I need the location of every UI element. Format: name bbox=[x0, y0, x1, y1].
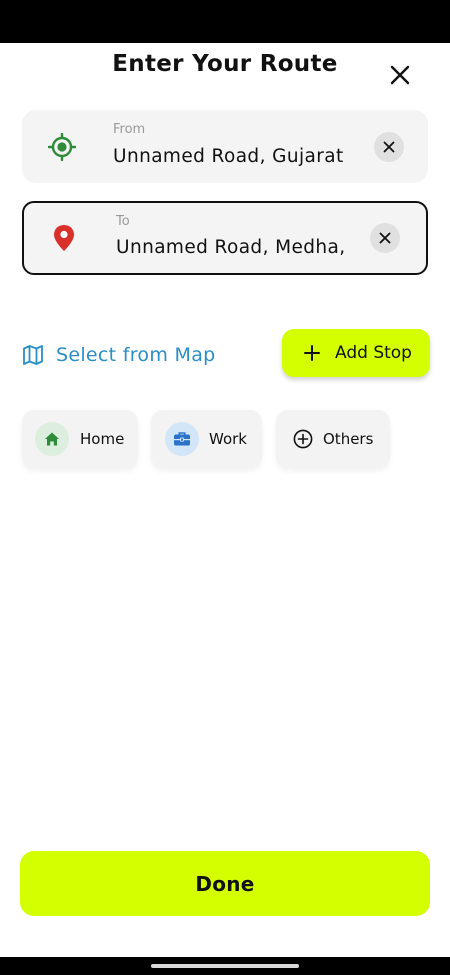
chip-label: Work bbox=[209, 430, 247, 448]
system-navigation-bar bbox=[0, 957, 450, 975]
clear-from-button[interactable] bbox=[374, 131, 404, 162]
chip-work[interactable]: Work bbox=[151, 410, 262, 468]
done-label: Done bbox=[195, 871, 255, 896]
status-bar bbox=[0, 0, 450, 43]
close-icon bbox=[379, 232, 391, 244]
destination-pin-icon bbox=[50, 224, 78, 252]
done-button[interactable]: Done bbox=[20, 851, 430, 916]
plus-circle-icon bbox=[292, 428, 314, 450]
page-title: Enter Your Route bbox=[112, 51, 338, 77]
add-stop-label: Add Stop bbox=[335, 343, 412, 363]
close-icon bbox=[383, 141, 395, 152]
map-icon bbox=[23, 345, 43, 365]
home-indicator[interactable] bbox=[151, 964, 299, 968]
origin-target-icon bbox=[48, 132, 76, 161]
select-from-map-link[interactable]: Select from Map bbox=[22, 340, 216, 370]
route-screen: Enter Your Route From Unnamed Road, Guja… bbox=[0, 43, 450, 957]
clear-to-button[interactable] bbox=[370, 223, 400, 253]
to-field[interactable]: To Unnamed Road, Medha, bbox=[22, 201, 428, 275]
chip-home[interactable]: Home bbox=[22, 410, 138, 468]
to-label: To bbox=[116, 214, 130, 229]
from-label: From bbox=[113, 122, 146, 137]
close-button[interactable] bbox=[384, 59, 416, 91]
briefcase-icon bbox=[165, 422, 199, 456]
select-from-map-label: Select from Map bbox=[56, 344, 216, 366]
to-input[interactable]: Unnamed Road, Medha, bbox=[116, 237, 366, 258]
from-field[interactable]: From Unnamed Road, Gujarat bbox=[22, 110, 428, 183]
chip-label: Others bbox=[323, 430, 374, 448]
add-stop-button[interactable]: Add Stop bbox=[282, 329, 430, 377]
from-input[interactable]: Unnamed Road, Gujarat bbox=[113, 146, 363, 167]
chip-label: Home bbox=[80, 430, 125, 448]
close-icon bbox=[390, 65, 410, 85]
chip-others[interactable]: Others bbox=[276, 410, 390, 468]
plus-icon bbox=[302, 343, 322, 363]
home-icon bbox=[35, 422, 69, 456]
